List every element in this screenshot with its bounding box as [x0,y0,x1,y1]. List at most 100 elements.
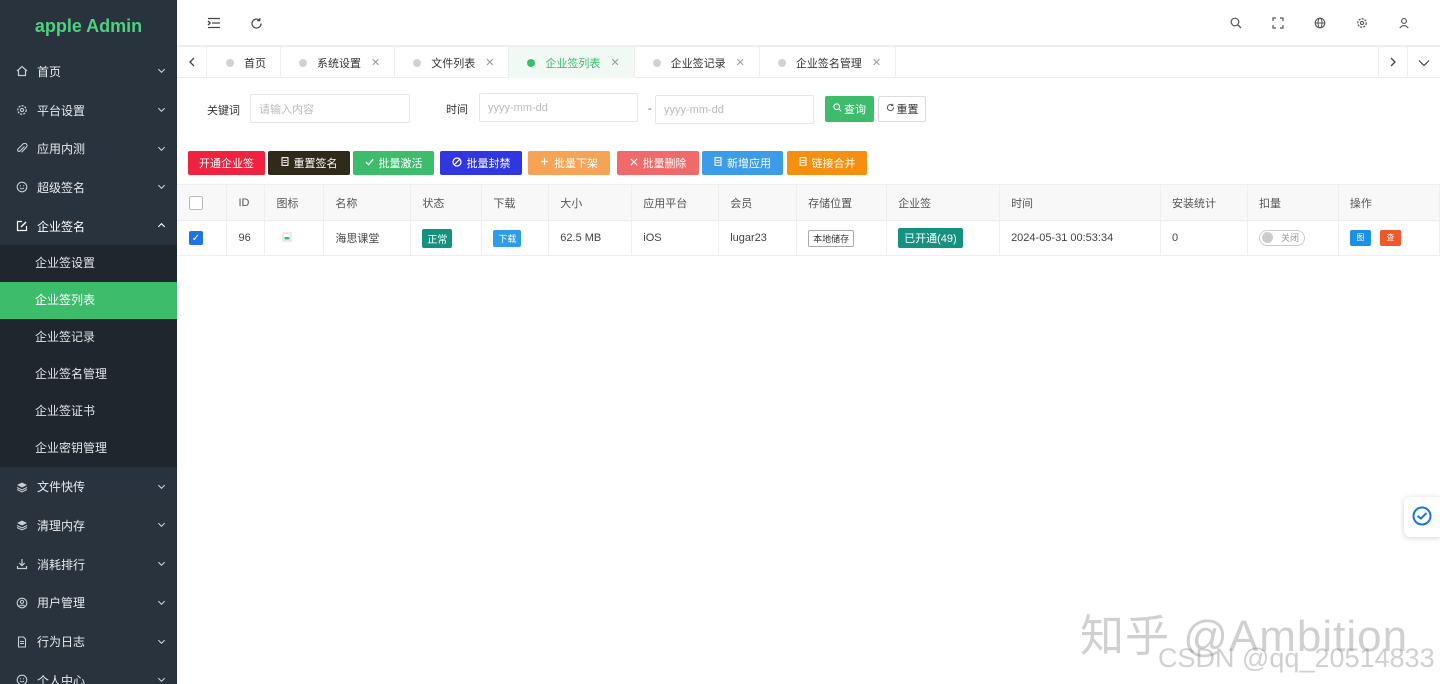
help-widget-icon [1411,505,1433,530]
sidebar-item-label: 文件快传 [37,480,86,495]
add-app-button[interactable]: 新增应用 [702,151,783,175]
chevron-down-icon [157,105,167,115]
end-date-placeholder: yyyy-mm-dd [664,103,724,116]
search-icon [833,103,842,115]
sidebar-subitem-enterprise-certs[interactable]: 企业签证书 [0,393,177,430]
sidebar-subitem-enterprise-records[interactable]: 企业签记录 [0,319,177,356]
chevron-down-icon [157,182,167,192]
sidebar-subitem-enterprise-list[interactable]: 企业签列表 [0,282,177,320]
enterprise-cell: 已开通(49) [886,220,1001,256]
button-label: 链接合并 [811,158,856,170]
sidebar-item-label: 用户管理 [37,596,86,611]
refresh-icon[interactable] [247,14,265,32]
file-icon [280,157,289,169]
download-cell: 下载 [481,220,550,256]
column-header: 图标 [264,184,325,221]
batch-ban-button[interactable]: 批量封禁 [440,151,522,175]
reset-button[interactable]: 重置 [878,96,926,122]
sidebar-item-home[interactable]: 首页 [0,52,177,91]
close-icon[interactable]: ✕ [736,56,745,69]
tab-enterprise-records[interactable]: 企业签记录 ✕ [635,47,760,78]
user-icon[interactable] [1395,14,1413,32]
delete-button[interactable]: 查 [1379,230,1401,246]
tab-menu-dropdown[interactable] [1409,47,1439,78]
gear-icon [15,103,29,117]
search-button[interactable]: 查询 [825,96,874,122]
app-icon [282,232,292,245]
close-icon[interactable]: ✕ [610,56,619,69]
sidebar-subitem-enterprise-settings[interactable]: 企业签设置 [0,245,177,282]
column-header: ID [226,184,266,221]
close-icon[interactable]: ✕ [485,56,494,69]
close-icon[interactable]: ✕ [371,56,380,69]
deduct-toggle[interactable]: 关闭 [1258,229,1305,246]
download-link[interactable]: 下载 [493,229,522,247]
sidebar-item-clear-memory[interactable]: 清理内存 [0,506,177,545]
batch-takedown-button[interactable]: 批量下架 [528,151,610,175]
sidebar-item-super-sign[interactable]: 超级签名 [0,168,177,207]
tab-enterprise-list[interactable]: 企业签列表 ✕ [509,47,635,78]
sidebar-item-personal-center[interactable]: 个人中心 [0,661,177,684]
row-select-cell: ✓ [177,220,228,256]
sidebar-item-user-management[interactable]: 用户管理 [0,584,177,623]
sidebar-item-usage-ranking[interactable]: 消耗排行 [0,545,177,584]
floating-help-widget[interactable] [1404,497,1440,537]
select-all-checkbox[interactable] [189,195,203,210]
globe-icon[interactable] [1311,14,1329,32]
tab-system-settings[interactable]: 系统设置 ✕ [281,47,396,78]
button-label: 新增应用 [727,158,771,170]
sidebar-subitem-enterprise-manage[interactable]: 企业签名管理 [0,356,177,393]
close-icon[interactable]: ✕ [872,56,881,69]
gear-icon[interactable] [1353,14,1371,32]
plus-icon [540,157,549,169]
keyword-input[interactable]: 请输入内容 [250,94,410,123]
sidebar-item-file-transfer[interactable]: 文件快传 [0,467,177,506]
open-enterprise-button[interactable]: 开通企业签 [188,151,265,175]
start-date-placeholder: yyyy-mm-dd [488,101,548,114]
batch-delete-button[interactable]: 批量删除 [617,151,699,175]
start-date-input[interactable]: yyyy-mm-dd [479,93,638,122]
edit-button[interactable]: 图 [1349,230,1371,246]
date-separator: - [648,103,652,115]
file-icon [798,157,807,169]
time-cell: 2024-05-31 00:53:34 [999,220,1161,256]
toggle-label: 关闭 [1280,233,1299,244]
ban-icon [451,156,462,170]
tab-home[interactable]: 首页 [208,47,281,78]
storage-badge: 本地储存 [808,229,855,247]
row-checkbox[interactable]: ✓ [189,231,203,245]
chevron-down-icon [157,598,167,608]
tab-scroll-right-button[interactable] [1378,47,1408,78]
app-logo[interactable]: apple Admin [0,0,177,52]
search-icon[interactable] [1227,14,1245,32]
sidebar-item-platform-settings[interactable]: 平台设置 [0,91,177,130]
link-merge-button[interactable]: 链接合并 [787,151,867,175]
batch-activate-button[interactable]: 批量激活 [353,151,434,175]
watermark-csdn: CSDN @qq_20514833 [1158,643,1435,673]
id-cell: 96 [226,220,266,256]
sidebar-item-enterprise-sign[interactable]: 企业签名 [0,207,177,246]
sidebar-item-label: 行为日志 [37,635,86,650]
sidebar-item-label: 首页 [37,64,62,79]
tab-label: 企业签名管理 [795,57,862,70]
table-row[interactable]: ✓ 96 海思课堂 正常 下载 62.5 MB iOS lugar23 本地储存… [177,220,1440,256]
file-icon [15,635,29,649]
sidebar-item-app-beta[interactable]: 应用内测 [0,129,177,168]
menu-fold-icon[interactable] [205,14,223,32]
tab-scroll-left-button[interactable] [177,47,207,78]
tab-dot [299,58,307,67]
end-date-input[interactable]: yyyy-mm-dd [655,95,814,124]
fullscreen-icon[interactable] [1269,14,1287,32]
smile-icon [15,673,29,684]
reset-signature-button[interactable]: 重置签名 [268,151,350,175]
sidebar-item-action-log[interactable]: 行为日志 [0,622,177,661]
tab-dot [226,58,234,67]
sidebar-item-label: 企业签名 [37,219,86,234]
tab-enterprise-manage[interactable]: 企业签名管理 ✕ [760,47,897,78]
sidebar-subitem-enterprise-keys[interactable]: 企业密钥管理 [0,430,177,467]
layers-icon [15,518,29,532]
button-label: 批量激活 [378,158,423,170]
time-label: 时间 [446,104,468,116]
tab-file-list[interactable]: 文件列表 ✕ [395,47,510,78]
table-header-row: ID 图标 名称 状态 下载 大小 应用平台 会员 存储位置 企业签 时间 安装… [177,184,1440,221]
